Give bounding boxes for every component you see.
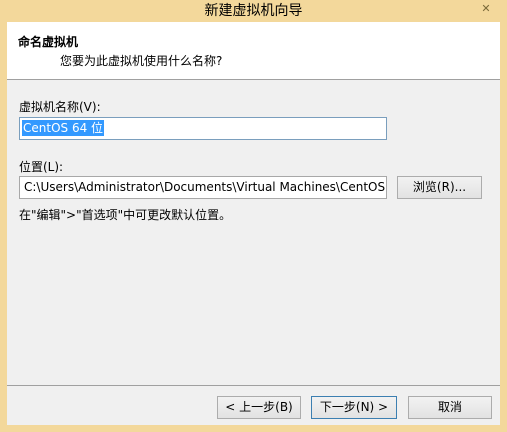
close-icon[interactable]: ✕ (471, 0, 501, 18)
vm-name-selected-text: CentOS 64 位 (22, 120, 105, 136)
vm-name-input[interactable]: CentOS 64 位 (19, 117, 387, 140)
page-title: 命名虚拟机 (18, 35, 79, 49)
window-title: 新建虚拟机向导 (204, 3, 303, 19)
vm-name-label: 虚拟机名称(V): (19, 100, 101, 114)
title-bar: 新建虚拟机向导 ✕ (0, 0, 507, 22)
wizard-header: 命名虚拟机 您要为此虚拟机使用什么名称? (7, 22, 500, 80)
location-input[interactable]: C:\Users\Administrator\Documents\Virtual… (19, 176, 387, 199)
location-hint: 在"编辑">"首选项"中可更改默认位置。 (19, 208, 232, 222)
footer-divider (7, 385, 500, 386)
location-label: 位置(L): (19, 160, 64, 174)
page-subtitle: 您要为此虚拟机使用什么名称? (60, 54, 223, 68)
cancel-button[interactable]: 取消 (408, 396, 492, 419)
wizard-window: 新建虚拟机向导 ✕ 命名虚拟机 您要为此虚拟机使用什么名称? 虚拟机名称(V):… (0, 0, 507, 432)
back-button[interactable]: < 上一步(B) (217, 396, 301, 419)
browse-button[interactable]: 浏览(R)... (397, 176, 482, 199)
wizard-body: 命名虚拟机 您要为此虚拟机使用什么名称? 虚拟机名称(V): CentOS 64… (7, 22, 500, 425)
next-button[interactable]: 下一步(N) > (311, 396, 397, 419)
